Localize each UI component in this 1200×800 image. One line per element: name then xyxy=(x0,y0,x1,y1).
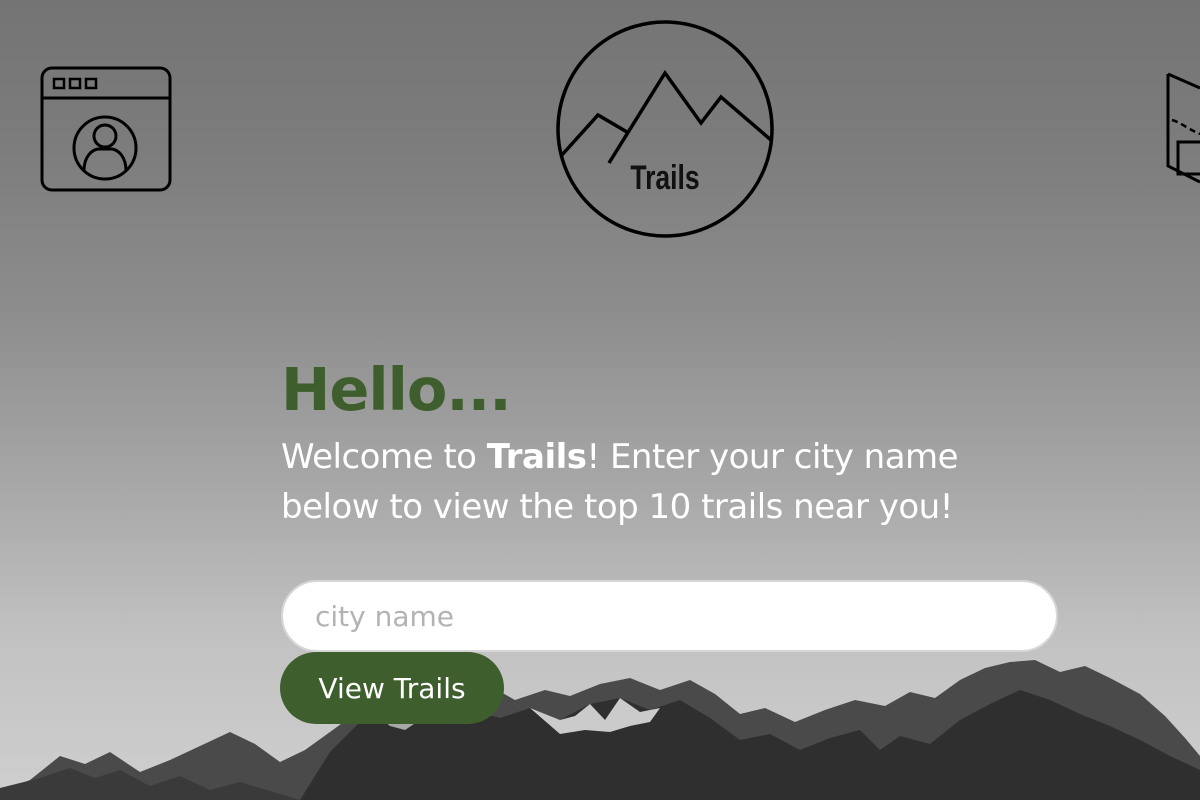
landing-page: Trails Hello... Welcome to Trails! Enter… xyxy=(0,0,1200,800)
welcome-prefix: Welcome to xyxy=(281,437,487,477)
greeting-heading: Hello... xyxy=(281,355,512,424)
welcome-message: Welcome to Trails! Enter your city name … xyxy=(281,432,1001,532)
view-trails-button[interactable]: View Trails xyxy=(280,652,504,724)
map-icon[interactable] xyxy=(1166,68,1200,186)
trails-logo: Trails xyxy=(555,19,775,239)
browser-profile-icon[interactable] xyxy=(40,66,172,194)
mountain-logo-icon xyxy=(556,20,774,238)
welcome-brand: Trails xyxy=(486,437,587,477)
logo-text: Trails xyxy=(630,159,700,197)
city-search-input[interactable] xyxy=(281,580,1058,652)
welcome-section: Hello... Welcome to Trails! Enter your c… xyxy=(281,352,1061,532)
mountain-range-background xyxy=(0,660,1200,800)
